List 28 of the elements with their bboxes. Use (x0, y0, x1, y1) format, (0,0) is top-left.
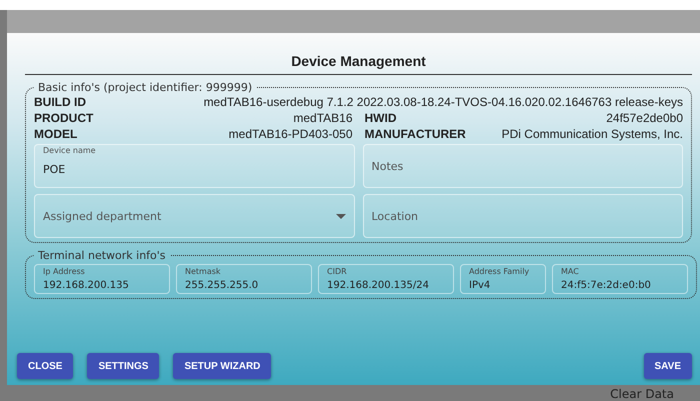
dialog-button[interactable]: SETTINGS (87, 353, 160, 379)
info-label: PRODUCT (34, 110, 94, 126)
dialog-button[interactable]: CLOSE (17, 353, 74, 379)
dropdown-caret-icon (336, 214, 346, 218)
info-label: MODEL (34, 126, 78, 142)
input-field[interactable]: MAC 24:f5:7e:2d:e0:b0 (552, 264, 688, 294)
input-field[interactable]: Netmask 255.255.255.0 (176, 264, 312, 294)
input-field[interactable]: CIDR 192.168.200.135/24 (318, 264, 454, 294)
info-value: 24f57e2de0b0 (606, 110, 683, 126)
info-label: BUILD ID (34, 94, 86, 110)
group-legend: Terminal network info's (34, 249, 170, 262)
info-label: MANUFACTURER (364, 126, 466, 142)
group-legend: Basic info's (project identifier: 999999) (34, 81, 256, 94)
info-value: PDi Communication Systems, Inc. (502, 126, 683, 142)
dialog-button[interactable]: SETUP WIZARD (173, 353, 272, 379)
info-value: medTAB16-PD403-050 (228, 126, 352, 142)
input-field[interactable]: Location (362, 194, 683, 238)
input-field[interactable]: Ip Address 192.168.200.135 (34, 264, 170, 294)
info-value: medTAB16 (293, 110, 352, 126)
input-field[interactable]: Notes (362, 144, 683, 188)
input-field[interactable]: Address Family IPv4 (460, 264, 546, 294)
clear-data-link[interactable]: Clear Data (610, 387, 674, 401)
dialog-title: Device Management (25, 33, 692, 75)
input-field[interactable]: Device name POE (34, 144, 354, 188)
save-button[interactable]: SAVE (644, 353, 692, 379)
select-field[interactable]: Assigned department (34, 194, 354, 238)
info-value: medTAB16-userdebug 7.1.2 2022.03.08-18.24-TVOS-04.16.020.02.1646763 release-keys (204, 94, 683, 110)
info-label: HWID (364, 110, 396, 126)
